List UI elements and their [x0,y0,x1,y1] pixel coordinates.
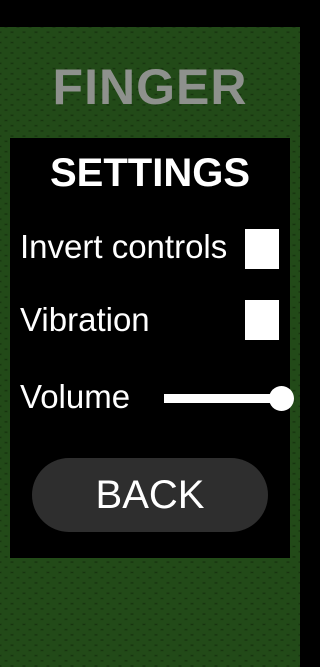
invert-controls-checkbox[interactable] [245,229,279,269]
invert-controls-label: Invert controls [20,228,228,265]
settings-title: SETTINGS [49,151,251,195]
game-screen: FINGER F SETTINGS Invert controls Vibrat… [0,0,300,667]
status-bar [0,0,300,27]
volume-slider-fill [164,394,280,403]
volume-slider-track[interactable] [164,394,280,403]
back-button[interactable]: BACK [32,458,268,532]
game-title: FINGER [52,59,248,115]
vibration-label: Vibration [20,301,150,338]
vibration-checkbox[interactable] [245,300,279,340]
volume-slider-knob[interactable] [268,386,294,411]
volume-label: Volume [20,378,131,415]
settings-panel: SETTINGS Invert controls Vibration Volum… [10,138,294,558]
